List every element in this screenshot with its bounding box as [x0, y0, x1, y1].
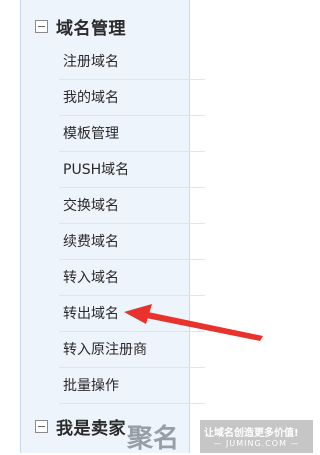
menu-item-push-domain[interactable]: PUSH域名	[59, 152, 205, 188]
menu-item-my-domains[interactable]: 我的域名	[59, 80, 205, 116]
menu-item-register-domain[interactable]: 注册域名	[59, 44, 205, 80]
watermark-banner: 让域名创造更多价值! — JUMING.COM —	[200, 420, 313, 453]
section-title: 域名管理	[56, 18, 126, 39]
domain-menu: 注册域名 我的域名 模板管理 PUSH域名 交换域名 续费域名 转入域名 转出域…	[59, 44, 205, 404]
section-title: 我是卖家	[56, 418, 126, 439]
collapse-icon[interactable]	[35, 419, 48, 433]
watermark-slogan: 让域名创造更多价值!	[204, 428, 299, 439]
menu-item-exchange-domain[interactable]: 交换域名	[59, 188, 205, 224]
section-domain-management[interactable]: 域名管理	[35, 12, 126, 40]
watermark-domain: — JUMING.COM —	[213, 439, 300, 448]
section-seller[interactable]: 我是卖家	[35, 412, 126, 440]
menu-item-renew-domain[interactable]: 续费域名	[59, 224, 205, 260]
watermark-logo-text: 聚名	[127, 424, 180, 454]
menu-item-template-management[interactable]: 模板管理	[59, 116, 205, 152]
menu-item-transfer-in[interactable]: 转入域名	[59, 260, 205, 296]
domain-sidebar: 域名管理 注册域名 我的域名 模板管理 PUSH域名 交换域名 续费域名 转入域…	[20, 0, 205, 453]
watermark-logo: 聚名	[127, 418, 179, 455]
collapse-icon[interactable]	[35, 19, 48, 33]
menu-item-batch-operations[interactable]: 批量操作	[59, 368, 205, 404]
menu-item-transfer-in-original-registrar[interactable]: 转入原注册商	[59, 332, 205, 368]
menu-item-transfer-out[interactable]: 转出域名	[59, 296, 205, 332]
